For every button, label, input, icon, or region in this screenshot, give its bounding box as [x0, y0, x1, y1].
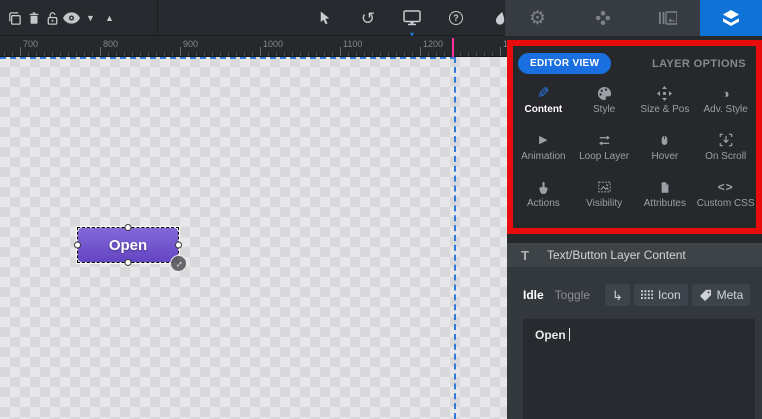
- arrange-down-icon[interactable]: ▼: [81, 6, 100, 30]
- palette-icon: [597, 85, 612, 101]
- help-icon[interactable]: ?: [446, 6, 466, 30]
- slide-layout-icon[interactable]: [658, 6, 677, 30]
- panel-switch-group: ⚙: [505, 0, 700, 36]
- horizontal-ruler[interactable]: 700 800 900 1000 1100 1200 1: [0, 36, 508, 57]
- ruler-label: 700: [23, 39, 39, 49]
- modules-icon[interactable]: [593, 6, 612, 30]
- content-section-body: Idle Toggle ↳ Icon Meta Open: [507, 267, 762, 419]
- contrast-icon: ◑: [721, 85, 730, 101]
- horizontal-guide-line: [0, 57, 456, 59]
- pencil-icon: ✎: [537, 84, 550, 102]
- layer-options-panel: EDITOR VIEW LAYER OPTIONS ✎ Content Styl…: [507, 36, 762, 419]
- option-content[interactable]: ✎ Content: [513, 83, 574, 127]
- mouse-icon: [659, 132, 670, 148]
- insert-meta-button[interactable]: Meta: [691, 284, 751, 306]
- ruler-label: 1100: [343, 39, 363, 49]
- move-arrows-icon: [657, 85, 673, 101]
- insert-icon-button[interactable]: Icon: [633, 284, 688, 306]
- option-actions[interactable]: Actions: [513, 177, 574, 221]
- option-on-scroll[interactable]: On Scroll: [695, 130, 756, 174]
- hand-pointer-icon: [537, 179, 550, 195]
- return-arrow-icon: ↳: [612, 287, 623, 303]
- delete-icon[interactable]: [24, 6, 43, 30]
- settings-icon[interactable]: ⚙: [528, 6, 547, 30]
- duplicate-icon[interactable]: [5, 6, 24, 30]
- undo-icon[interactable]: ↺: [358, 6, 378, 30]
- resize-handle-top[interactable]: [124, 224, 132, 231]
- select-tool-icon[interactable]: [314, 6, 334, 30]
- vertical-guide-line: [454, 57, 456, 419]
- option-style[interactable]: Style: [574, 83, 635, 127]
- tab-idle[interactable]: Idle: [523, 288, 544, 302]
- open-button-layer[interactable]: Open: [78, 228, 178, 262]
- visibility-icon[interactable]: [62, 6, 81, 30]
- editor-app: ▼ ▲ ↺ ▾ ? ⚙ 700 800 900 1000 1100 1200 1…: [0, 0, 762, 419]
- device-desktop-icon[interactable]: ▾: [402, 6, 422, 39]
- panel-header: EDITOR VIEW LAYER OPTIONS: [513, 46, 756, 74]
- loop-arrows-icon: [597, 132, 612, 148]
- tool-group: ↺ ▾ ?: [314, 0, 510, 39]
- insert-linebreak-button[interactable]: ↳: [605, 284, 630, 306]
- selected-layer: Open ↔: [74, 224, 187, 272]
- ruler-label: 1000: [263, 39, 284, 49]
- tab-toggle[interactable]: Toggle: [555, 288, 590, 302]
- option-hover[interactable]: Hover: [635, 130, 696, 174]
- text-type-icon: T: [521, 247, 529, 263]
- option-attributes[interactable]: Attributes: [635, 177, 696, 221]
- highlight-annotation-box: EDITOR VIEW LAYER OPTIONS ✎ Content Styl…: [507, 40, 762, 234]
- play-icon: ▶: [539, 133, 548, 146]
- layer-content-textarea[interactable]: Open: [523, 319, 755, 419]
- text-cursor: [568, 328, 570, 341]
- layer-action-group: ▼ ▲: [5, 0, 119, 36]
- resize-handle-right[interactable]: [175, 241, 182, 249]
- ruler-label: 800: [103, 39, 119, 49]
- content-section-title: Text/Button Layer Content: [547, 248, 686, 262]
- resize-corner-icon[interactable]: ↔: [170, 255, 187, 272]
- layers-icon: [723, 10, 739, 26]
- dashed-frame-icon: [597, 179, 612, 195]
- icon-grid-icon: [640, 290, 653, 300]
- option-custom-css[interactable]: <> Custom CSS: [695, 177, 756, 221]
- option-adv-style[interactable]: ◑ Adv. Style: [695, 83, 756, 127]
- layer-options-title: LAYER OPTIONS: [651, 57, 746, 70]
- option-loop-layer[interactable]: Loop Layer: [574, 130, 635, 174]
- ruler-label: 1200: [423, 39, 444, 49]
- top-toolbar: ▼ ▲ ↺ ▾ ? ⚙: [0, 0, 762, 39]
- unlock-icon[interactable]: [43, 6, 62, 30]
- ruler-label: 900: [183, 39, 199, 49]
- meta-tag-icon: [699, 289, 711, 301]
- arrange-up-icon[interactable]: ▲: [100, 6, 119, 30]
- resize-handle-left[interactable]: [74, 241, 81, 249]
- editor-view-button[interactable]: EDITOR VIEW: [518, 53, 612, 74]
- content-section-header: T Text/Button Layer Content: [507, 243, 762, 267]
- guide-marker[interactable]: [452, 38, 454, 57]
- option-visibility[interactable]: Visibility: [574, 177, 635, 221]
- option-size-pos[interactable]: Size & Pos: [635, 83, 696, 127]
- layer-options-tab[interactable]: [700, 0, 762, 36]
- design-canvas[interactable]: Open ↔: [0, 57, 507, 419]
- layer-options-grid: ✎ Content Style Size & Pos ◑ Adv. Style …: [513, 83, 756, 221]
- toolbar-divider: [157, 0, 158, 36]
- code-icon: <>: [717, 180, 734, 194]
- document-icon: [659, 179, 671, 195]
- resize-handle-bottom[interactable]: [124, 259, 132, 266]
- scroll-down-icon: [719, 132, 733, 148]
- content-tabs-row: Idle Toggle ↳ Icon Meta: [523, 284, 751, 306]
- option-animation[interactable]: ▶ Animation: [513, 130, 574, 174]
